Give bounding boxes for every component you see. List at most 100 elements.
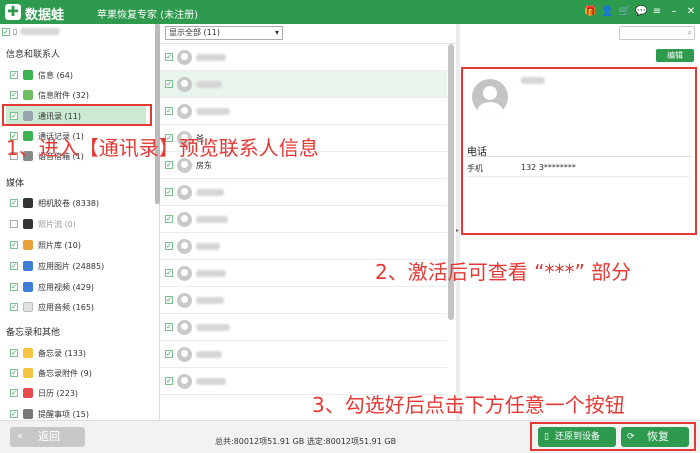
avatar: [177, 76, 192, 92]
checkbox[interactable]: ✓: [10, 410, 18, 418]
checkbox[interactable]: ✓: [10, 112, 18, 120]
checkbox[interactable]: ✓: [10, 71, 18, 79]
sidebar-item-calendar[interactable]: ✓ 日历 (223): [10, 383, 150, 403]
section-info-contacts: 信息和联系人: [6, 50, 61, 60]
avatar: [177, 265, 192, 281]
sidebar-item-app-photos[interactable]: ✓ 应用图片 (24885): [10, 256, 150, 276]
device-name: [20, 28, 61, 35]
recover-button[interactable]: ⟳ 恢复: [621, 427, 689, 447]
user-icon[interactable]: 👤: [601, 5, 613, 18]
logo-text: 数据蛙: [25, 8, 65, 23]
notes-icon: [23, 348, 33, 358]
list-item[interactable]: ✓: [160, 71, 447, 98]
message-icon: [23, 70, 33, 80]
annotation-step1: 1、进入【通讯录】预览联系人信息: [6, 136, 319, 160]
app-audio-icon: [23, 302, 33, 312]
avatar: [177, 49, 192, 65]
filter-select[interactable]: 显示全部 (11) ▾: [165, 26, 283, 40]
selection-summary: 总共:80012项51.91 GB 选定:80012项51.91 GB: [215, 437, 397, 446]
sidebar-item-app-videos[interactable]: ✓ 应用视频 (429): [10, 277, 150, 297]
search-input[interactable]: ⌕: [619, 26, 695, 40]
contact-name: [521, 77, 545, 84]
sidebar-item-notes[interactable]: ✓ 备忘录 (133): [10, 343, 150, 363]
avatar: [177, 292, 192, 308]
list-item[interactable]: ✓: [160, 287, 447, 314]
sidebar-item-photo-stream[interactable]: 照片流 (0): [10, 214, 150, 234]
sidebar-item-camera-roll[interactable]: ✓ 相机胶卷 (8338): [10, 193, 150, 213]
reminder-icon: [23, 409, 33, 419]
contact-list: ✓ ✓ ✓ ✓ 爸 ✓ 房东 ✓ ✓ ✓ ✓ ✓ ✓ ✓ ✓: [160, 44, 447, 420]
avatar: [177, 319, 192, 335]
annotation-step3: 3、勾选好后点击下方任意一个按钮: [312, 393, 625, 417]
sidebar-item-reminders[interactable]: ✓ 提醒事项 (15): [10, 404, 150, 420]
list-toolbar: 显示全部 (11) ▾: [160, 24, 457, 44]
restore-to-device-button[interactable]: ▯ 还原到设备: [538, 427, 616, 447]
avatar: [177, 211, 192, 227]
avatar: [177, 346, 192, 362]
device-row[interactable]: ✓ ▯: [2, 27, 61, 36]
phone-value: 132 3********: [521, 163, 576, 172]
app-video-icon: [23, 282, 33, 292]
list-item[interactable]: ✓: [160, 341, 447, 368]
device-checkbox[interactable]: ✓: [2, 27, 10, 36]
checkbox[interactable]: ✓: [10, 241, 18, 249]
checkbox[interactable]: ✓: [10, 262, 18, 270]
checkbox[interactable]: ✓: [10, 91, 18, 99]
sidebar-item-messages[interactable]: ✓ 信息 (64): [10, 65, 150, 85]
device-icon: ▯: [544, 432, 549, 442]
annotation-step2: 2、激活后可查看 “***” 部分: [375, 260, 632, 284]
list-item[interactable]: ✓: [160, 206, 447, 233]
divider: [467, 176, 691, 177]
title-bar: ✚ 数据蛙 苹果恢复专家 (未注册) 🎁 👤 🛒 💬 ≡ – ✕: [0, 0, 700, 24]
section-media: 媒体: [6, 179, 25, 189]
sidebar: ✓ ▯ 信息和联系人 媒体 备忘录和其他 ✓ 信息 (64) ✓ 信息附件 (32)…: [0, 24, 160, 420]
avatar: [177, 103, 192, 119]
recover-icon: ⟳: [627, 432, 635, 442]
checkbox[interactable]: ✓: [10, 369, 18, 377]
window-title: 苹果恢复专家 (未注册): [97, 10, 198, 21]
minimize-icon[interactable]: –: [669, 5, 679, 18]
chat-icon[interactable]: 💬: [635, 5, 647, 18]
sidebar-item-app-audio[interactable]: ✓ 应用音频 (165): [10, 297, 150, 317]
edit-button[interactable]: 编辑: [656, 49, 694, 62]
chevron-down-icon: ▾: [274, 28, 279, 37]
section-memo-other: 备忘录和其他: [6, 328, 61, 338]
calendar-icon: [23, 388, 33, 398]
sidebar-item-notes-attachments[interactable]: ✓ 备忘录附件 (9): [10, 363, 150, 383]
attachment-icon: [23, 90, 33, 100]
notes-attachment-icon: [23, 368, 33, 378]
checkbox[interactable]: ✓: [10, 389, 18, 397]
sidebar-item-contacts[interactable]: ✓ 通讯录 (11): [6, 106, 146, 126]
checkbox[interactable]: ✓: [10, 303, 18, 311]
panel-divider[interactable]: ▸: [456, 24, 460, 420]
sidebar-item-message-attachments[interactable]: ✓ 信息附件 (32): [10, 85, 150, 105]
camera-icon: [23, 198, 33, 208]
phone-icon: ▯: [13, 27, 18, 36]
avatar: [177, 373, 192, 389]
checkbox[interactable]: ✓: [10, 349, 18, 357]
search-icon[interactable]: ⌕: [688, 27, 692, 39]
list-item[interactable]: ✓: [160, 44, 447, 71]
app-photo-icon: [23, 261, 33, 271]
expand-arrow-icon[interactable]: ▸: [456, 227, 459, 234]
checkbox[interactable]: ✓: [10, 199, 18, 207]
contacts-icon: [23, 111, 33, 121]
photostream-icon: [23, 219, 33, 229]
avatar: [177, 238, 192, 254]
back-button[interactable]: «返回: [10, 427, 85, 447]
photo-library-icon: [23, 240, 33, 250]
list-item[interactable]: ✓: [160, 98, 447, 125]
list-item[interactable]: ✓: [160, 314, 447, 341]
gift-icon[interactable]: 🎁: [584, 5, 596, 18]
checkbox[interactable]: ✓: [10, 283, 18, 291]
logo-icon: ✚: [5, 4, 21, 20]
menu-icon[interactable]: ≡: [652, 5, 662, 18]
checkbox[interactable]: [10, 220, 18, 228]
close-icon[interactable]: ✕: [686, 5, 696, 18]
list-item[interactable]: ✓: [160, 179, 447, 206]
double-chevron-left-icon: «: [17, 431, 24, 442]
contact-avatar: [472, 79, 508, 115]
cart-icon[interactable]: 🛒: [618, 5, 630, 18]
detail-toolbar: ⌕: [460, 24, 700, 42]
sidebar-item-photo-library[interactable]: ✓ 照片库 (10): [10, 235, 150, 255]
